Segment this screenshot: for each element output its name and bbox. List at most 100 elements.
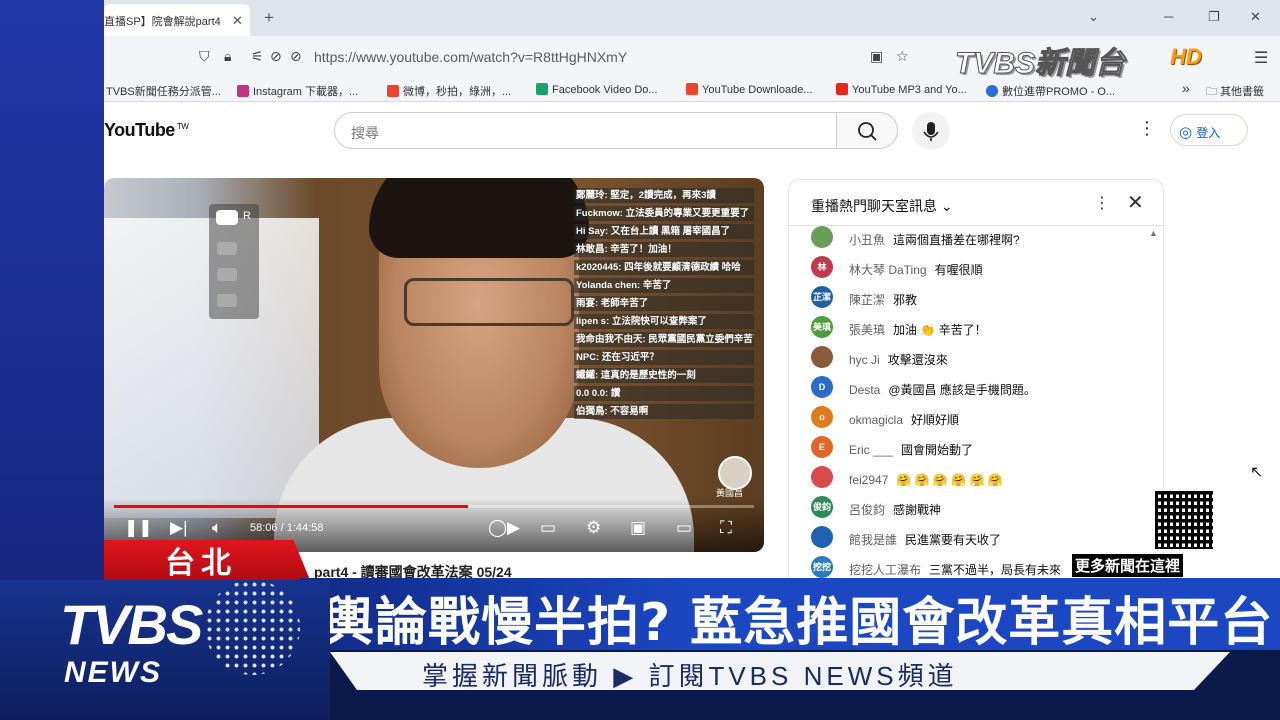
pause-icon[interactable]: ❚❚	[124, 518, 153, 538]
chat-author[interactable]: okmagicla	[849, 413, 903, 427]
window-close-icon[interactable]: ✕	[1250, 9, 1261, 25]
location-label: 台北	[165, 547, 237, 580]
progress-bar[interactable]	[114, 505, 754, 508]
chat-author[interactable]: fei2947	[849, 473, 888, 487]
chat-text: 加油 👏 辛苦了！	[893, 323, 987, 337]
other-bookmarks-label: 其他書籤	[1220, 86, 1265, 98]
other-bookmarks[interactable]: 🗀 其他書籤	[1206, 83, 1264, 102]
chat-line: 林大琴 DaTing 有喔很順	[849, 261, 983, 279]
avatar[interactable]: 俊鈞	[811, 496, 833, 518]
news-subline: 掌握新聞脈動 ▶ 訂閱TVBS NEWS頻道	[422, 661, 958, 691]
chat-line: hyc Ji 攻擊還沒來	[849, 351, 948, 369]
chat-line: 陳芷潔 邪教	[849, 291, 917, 309]
miniplayer-icon[interactable]: ▣	[630, 518, 646, 538]
video-person-glasses	[404, 278, 574, 326]
chat-author[interactable]: 呂俊鈞	[849, 503, 885, 517]
maximize-icon[interactable]: ❐	[1208, 9, 1220, 25]
bookmark-item[interactable]: YouTube MP3 and Yo...	[836, 83, 967, 96]
chat-author[interactable]: 林大琴 DaTing	[849, 263, 927, 277]
overlay-chat-line: 雨宴: 老師辛苦了	[574, 296, 754, 311]
qr-code	[1152, 488, 1216, 552]
tab-list-icon[interactable]: ⌄	[1088, 9, 1099, 25]
chat-message: o okmagicla 好順好順	[811, 406, 1151, 430]
video-player[interactable]: R 鄭麗玲: 堅定，2讀完成，再來3讀 Fuckmow: 立法委員的專業又要更重…	[104, 178, 764, 552]
next-icon[interactable]: ▶|	[170, 518, 188, 538]
avatar[interactable]: o	[811, 406, 833, 428]
youtube-logo[interactable]: YouTube TW	[104, 120, 189, 141]
more-options-icon[interactable]: ⋮	[1138, 118, 1156, 139]
avatar[interactable]	[811, 466, 833, 488]
reader-view-icon[interactable]: ▣	[870, 48, 883, 65]
avatar[interactable]: 美瑱	[811, 316, 833, 338]
avatar[interactable]: 林	[811, 256, 833, 278]
avatar[interactable]	[811, 346, 833, 368]
chat-author[interactable]: Eric ___	[849, 443, 893, 457]
avatar[interactable]: 芷潔	[811, 286, 833, 308]
subtitles-icon[interactable]: ▭	[540, 518, 556, 538]
tab-youtube[interactable]: 直播SP】院會解說part4 ✕	[104, 4, 250, 36]
bookmark-item[interactable]: YouTube Downloade...	[686, 83, 813, 96]
search-button[interactable]	[836, 112, 898, 149]
camera-blocked-icon[interactable]: ⊘	[270, 48, 282, 65]
side-label: R	[243, 210, 251, 222]
lock-icon[interactable]: 🔒︎	[224, 48, 231, 65]
permissions-icon[interactable]: ⚟	[251, 48, 264, 65]
mouse-cursor-icon: ↖	[1250, 464, 1264, 481]
bookmarks-overflow-icon[interactable]: »	[1182, 80, 1190, 96]
volume-icon[interactable]: 🔈︎	[212, 518, 222, 538]
chat-title: 重播熱門聊天室訊息	[811, 198, 937, 214]
download-icon	[686, 83, 698, 95]
chat-author[interactable]: Desta	[849, 383, 880, 397]
chat-text: 這兩個直播差在哪裡啊?	[893, 233, 1020, 247]
bookmark-item[interactable]: 微博，秒拍，綠洲，...	[387, 83, 511, 99]
live-chat-panel: 重播熱門聊天室訊息 ⌄ ⋮ ✕ ▲ 小丑魚 這兩個直播差在哪裡啊? 林林大琴 DaT…	[788, 179, 1164, 580]
chat-text: 邪教	[893, 293, 918, 307]
settings-gear-icon[interactable]: ⚙	[586, 518, 601, 538]
bookmark-item[interactable]: 數位進帶PROMO - O...	[986, 83, 1115, 99]
tab-title: 直播SP】院會解說part4	[104, 16, 221, 28]
chat-menu-icon[interactable]: ⋮	[1094, 193, 1110, 213]
chat-close-icon[interactable]: ✕	[1127, 190, 1144, 215]
autoplay-toggle-icon[interactable]: ◯▶	[488, 518, 520, 538]
overlay-chat-line: NPC: 还在习近平？	[574, 350, 754, 365]
cloud-icon	[986, 85, 998, 97]
chat-author[interactable]: 張美瑱	[849, 323, 885, 337]
chat-author[interactable]: 小丑魚	[849, 233, 885, 247]
chat-line: 張美瑱 加油 👏 辛苦了！	[849, 321, 987, 339]
shield-icon[interactable]: ⛉	[199, 48, 210, 65]
chat-header: 重播熱門聊天室訊息 ⌄ ⋮ ✕	[789, 180, 1163, 226]
avatar[interactable]: E	[811, 436, 833, 458]
bookmark-label: Instagram 下載器，...	[253, 86, 359, 98]
chat-author[interactable]: hyc Ji	[849, 353, 880, 367]
signin-button[interactable]: ◎ 登入	[1170, 114, 1248, 146]
overlay-chat-line: 鄭麗玲: 堅定，2讀完成，再來3讀	[574, 188, 754, 203]
search-input[interactable]: 搜尋	[334, 112, 837, 149]
browser-window: 直播SP】院會解說part4 ✕ + ⌄ ─ ❐ ✕ ⛉ 🔒︎ ⚟ ⊘ ⊘ ht…	[104, 0, 1280, 580]
bookmark-star-icon[interactable]: ☆	[896, 48, 909, 65]
bookmark-item[interactable]: Facebook Video Do...	[536, 83, 658, 96]
voice-search-button[interactable]	[912, 112, 950, 150]
new-tab-button[interactable]: +	[264, 8, 274, 28]
chat-author[interactable]: 館我是誰	[849, 533, 897, 547]
minimize-icon[interactable]: ─	[1164, 9, 1173, 24]
avatar[interactable]: 挖挖	[811, 556, 833, 578]
overlay-chat-line: k2020445: 四年後就要顧清德政績 哈哈	[574, 260, 754, 275]
chat-author[interactable]: 挖挖人工瀑布	[849, 563, 921, 577]
fullscreen-icon[interactable]: ⛶	[720, 518, 732, 538]
chat-text: 有喔很順	[934, 263, 983, 277]
avatar[interactable]: D	[811, 376, 833, 398]
search-icon	[858, 122, 877, 141]
overlay-chat-line: lipen s: 立法院快可以查弊案了	[574, 314, 754, 329]
theater-mode-icon[interactable]: ▭	[676, 518, 692, 538]
close-tab-icon[interactable]: ✕	[232, 13, 243, 29]
overlay-chat-line: Yolanda chen: 辛苦了	[574, 278, 754, 293]
chat-mode-dropdown[interactable]: 重播熱門聊天室訊息 ⌄	[811, 196, 953, 216]
avatar[interactable]	[811, 526, 833, 548]
avatar[interactable]	[811, 226, 833, 248]
autoplay-blocked-icon[interactable]: ⊘	[290, 48, 302, 65]
menu-icon[interactable]: ☰	[1254, 48, 1268, 68]
chat-author[interactable]: 陳芷潔	[849, 293, 885, 307]
bookmark-item[interactable]: Instagram 下載器，...	[237, 83, 358, 99]
bookmark-item[interactable]: TVBS新聞任務分派管...	[106, 83, 221, 99]
url-field[interactable]: https://www.youtube.com/watch?v=R8ttHgHN…	[314, 49, 627, 65]
